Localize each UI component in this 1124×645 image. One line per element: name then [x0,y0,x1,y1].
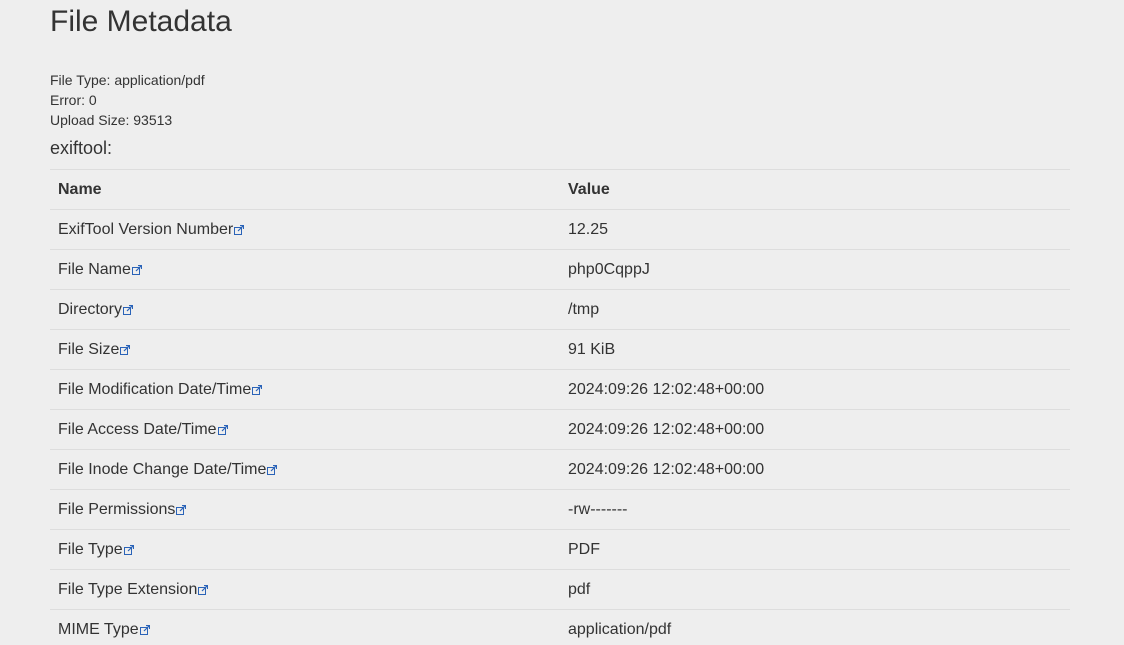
row-value: 2024:09:26 12:02:48+00:00 [560,449,1070,490]
row-name: File Permissions [58,500,176,518]
row-name-cell: File Name [50,249,560,290]
external-link-icon[interactable] [123,302,134,315]
row-name: MIME Type [58,620,139,638]
row-value: 91 KiB [560,329,1070,370]
table-header-row: Name Value [50,169,1070,210]
external-link-icon[interactable] [267,462,278,475]
row-name: File Size [58,340,120,358]
row-name: File Type [58,540,123,558]
table-row: MIME Type application/pdf [50,609,1070,645]
table-row: Directory/tmp [50,289,1070,330]
external-link-icon[interactable] [217,422,228,435]
page-title: File Metadata [50,5,232,38]
table-body: ExifTool Version Number 12.25 File Name php… [50,209,1070,645]
column-header-name: Name [50,169,560,210]
row-name-cell: File Inode Change Date/Time [50,449,560,490]
row-name: ExifTool Version Number [58,220,234,238]
table-row: File Inode Change Date/Time 2024:09:26 12… [50,449,1070,490]
external-link-icon[interactable] [198,582,209,595]
tool-heading: exiftool: [50,138,113,158]
row-name-cell: MIME Type [50,609,560,645]
row-value: pdf [560,569,1070,610]
table-row: File Size 91 KiB [50,329,1070,370]
external-link-icon[interactable] [234,222,245,235]
external-link-icon[interactable] [176,502,187,515]
external-link-icon[interactable] [252,382,263,395]
row-name: File Type Extension [58,580,198,598]
row-value: application/pdf [560,609,1070,645]
row-name-cell: ExifTool Version Number [50,209,560,250]
row-name: File Modification Date/Time [58,380,252,398]
row-name-cell: File Modification Date/Time [50,369,560,410]
metadata-table: Name Value ExifTool Version Number 12.25 F… [50,169,1070,645]
row-value: 2024:09:26 12:02:48+00:00 [560,369,1070,410]
row-value: PDF [560,529,1070,570]
row-name: File Inode Change Date/Time [58,460,267,478]
table-row: File Type PDF [50,529,1070,570]
row-name: Directory [58,300,123,318]
upload-size: Upload Size: 93513 [50,112,173,128]
row-name-cell: File Permissions [50,489,560,530]
table-row: File Type Extension pdf [50,569,1070,610]
external-link-icon[interactable] [139,622,150,635]
row-name: File Access Date/Time [58,420,217,438]
table-row: File Modification Date/Time 2024:09:26 12… [50,369,1070,410]
row-name: File Name [58,260,131,278]
upload-info: File Type: application/pdf Error: 0 Uplo… [50,70,205,130]
upload-error: Error: 0 [50,92,97,108]
row-value: 12.25 [560,209,1070,250]
row-name-cell: File Type [50,529,560,570]
table-row: File Permissions -rw------- [50,489,1070,530]
row-name-cell: File Type Extension [50,569,560,610]
row-name-cell: Directory [50,289,560,330]
row-value: 2024:09:26 12:02:48+00:00 [560,409,1070,450]
table-row: ExifTool Version Number 12.25 [50,209,1070,250]
external-link-icon[interactable] [123,542,134,555]
column-header-value: Value [560,169,1070,210]
row-name-cell: File Size [50,329,560,370]
external-link-icon[interactable] [131,262,143,275]
row-value: php0CqppJ [560,249,1070,290]
row-value: -rw------- [560,489,1070,530]
table-row: File Access Date/Time 2024:09:26 12:02:48… [50,409,1070,450]
external-link-icon[interactable] [120,342,131,355]
row-name-cell: File Access Date/Time [50,409,560,450]
row-value: /tmp [560,289,1070,330]
upload-file-type: File Type: application/pdf [50,72,205,88]
page: File Metadata File Type: application/pdf… [0,0,1124,645]
table-row: File Name php0CqppJ [50,249,1070,290]
